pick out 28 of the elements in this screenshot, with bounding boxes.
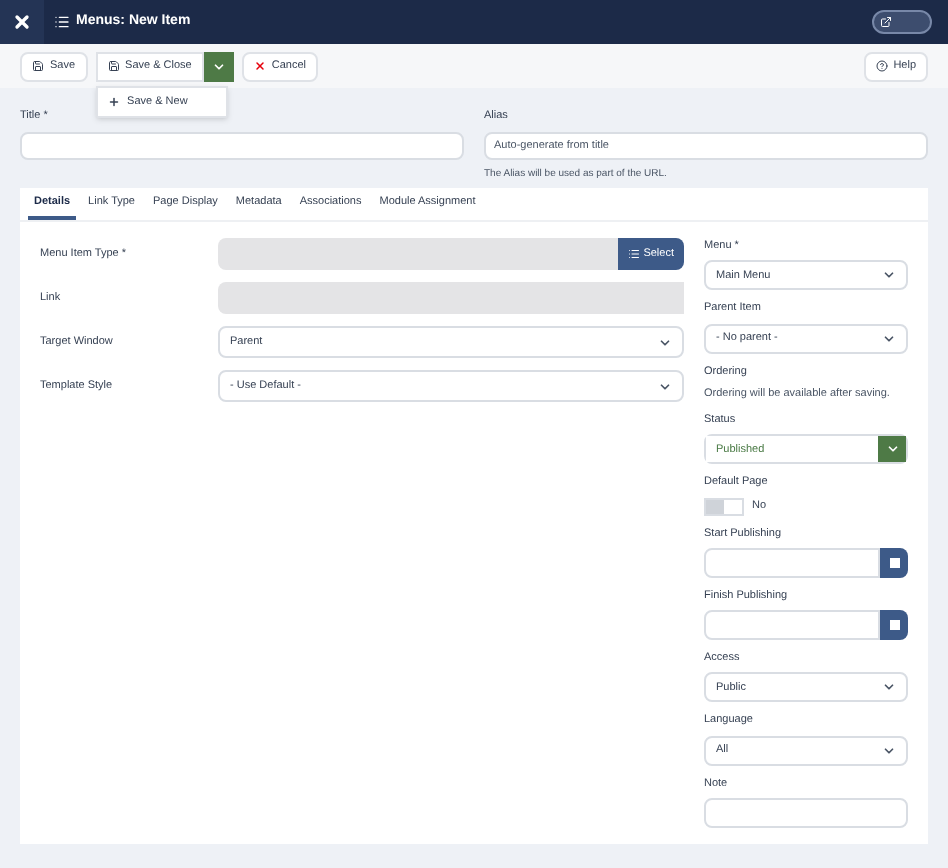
chevron-down-icon — [882, 743, 896, 757]
title-field[interactable] — [20, 132, 464, 161]
save-icon — [32, 60, 44, 72]
chevron-down-icon — [658, 379, 672, 393]
save-icon — [107, 60, 120, 72]
calendar-button[interactable] — [880, 547, 908, 578]
note-field[interactable] — [704, 797, 908, 828]
chevron-down-icon — [885, 442, 899, 457]
date-field[interactable] — [704, 610, 880, 640]
chevron-down-icon — [882, 268, 896, 283]
help-icon — [875, 60, 888, 72]
calendar-button[interactable] — [880, 610, 908, 640]
chevron-down-icon — [882, 331, 896, 345]
readonly-field[interactable] — [218, 238, 618, 270]
list-icon — [627, 248, 640, 260]
dropdown-toggle[interactable] — [203, 51, 234, 81]
chevron-down-icon — [882, 680, 896, 695]
list-icon — [54, 14, 70, 30]
dropdown-toggle[interactable] — [878, 436, 906, 463]
plus-icon — [107, 95, 120, 108]
chevron-down-icon — [658, 335, 672, 349]
chevron-down-icon — [211, 59, 226, 73]
readonly-field[interactable] — [218, 282, 684, 314]
close-icon — [253, 60, 266, 72]
date-field[interactable] — [704, 547, 880, 578]
user-menu-button[interactable] — [872, 10, 932, 34]
toggle-switch[interactable] — [704, 497, 744, 515]
external-link-icon — [880, 16, 892, 28]
